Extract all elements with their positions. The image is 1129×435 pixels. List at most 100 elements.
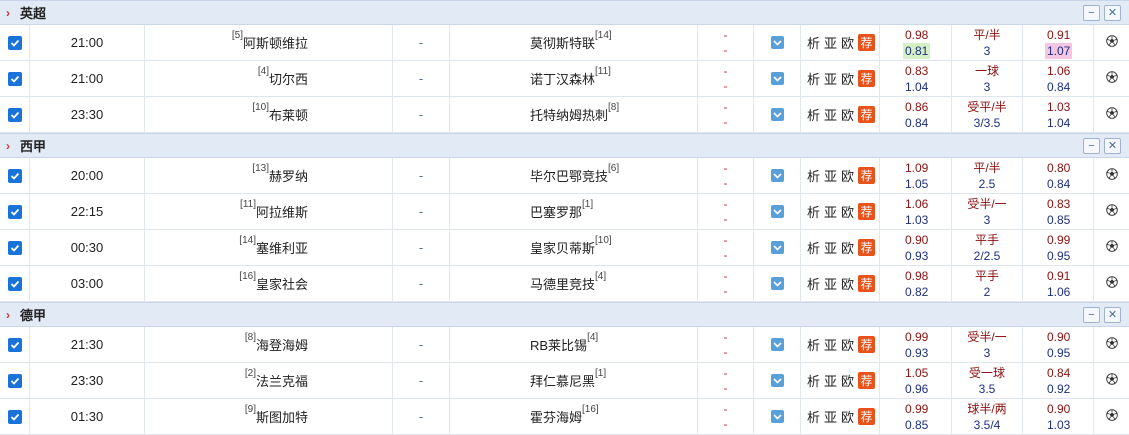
soccer-ball-icon[interactable] — [1105, 240, 1118, 255]
recommend-tag[interactable]: 荐 — [858, 239, 876, 256]
away-team[interactable]: RB莱比锡[4] — [530, 332, 598, 354]
match-checkbox[interactable] — [7, 71, 22, 86]
analysis-link[interactable]: 析 — [807, 238, 820, 257]
match-checkbox[interactable] — [7, 240, 22, 255]
away-team[interactable]: 皇家贝蒂斯[10] — [530, 235, 612, 257]
match-checkbox[interactable] — [7, 276, 22, 291]
asian-odds-link[interactable]: 亚 — [824, 105, 837, 124]
analysis-link[interactable]: 析 — [807, 274, 820, 293]
euro-odds-link[interactable]: 欧 — [841, 238, 854, 257]
score[interactable]: - — [419, 240, 423, 255]
analysis-link[interactable]: 析 — [807, 69, 820, 88]
away-team[interactable]: 托特纳姆热刺[8] — [530, 102, 619, 124]
analysis-link[interactable]: 析 — [807, 407, 820, 426]
score[interactable]: - — [419, 337, 423, 352]
league-header[interactable]: › 西甲 − ✕ — [0, 133, 1129, 158]
expand-dropdown[interactable] — [770, 169, 784, 182]
asian-odds-link[interactable]: 亚 — [824, 238, 837, 257]
score[interactable]: - — [419, 276, 423, 291]
home-team[interactable]: [2]法兰克福 — [245, 368, 308, 390]
match-checkbox[interactable] — [7, 168, 22, 183]
soccer-ball-icon[interactable] — [1105, 204, 1118, 219]
expand-dropdown[interactable] — [770, 36, 784, 49]
match-checkbox[interactable] — [7, 204, 22, 219]
home-team[interactable]: [13]赫罗纳 — [252, 163, 308, 185]
recommend-tag[interactable]: 荐 — [858, 372, 876, 389]
asian-odds-link[interactable]: 亚 — [824, 202, 837, 221]
asian-odds-link[interactable]: 亚 — [824, 371, 837, 390]
close-button[interactable]: ✕ — [1104, 138, 1121, 154]
soccer-ball-icon[interactable] — [1105, 373, 1118, 388]
euro-odds-link[interactable]: 欧 — [841, 33, 854, 52]
away-team[interactable]: 巴塞罗那[1] — [530, 199, 593, 221]
expand-dropdown[interactable] — [770, 374, 784, 387]
analysis-link[interactable]: 析 — [807, 202, 820, 221]
home-team[interactable]: [16]皇家社会 — [239, 271, 308, 293]
asian-odds-link[interactable]: 亚 — [824, 69, 837, 88]
home-team[interactable]: [8]海登海姆 — [245, 332, 308, 354]
recommend-tag[interactable]: 荐 — [858, 167, 876, 184]
home-team[interactable]: [11]阿拉维斯 — [240, 199, 308, 221]
euro-odds-link[interactable]: 欧 — [841, 371, 854, 390]
score[interactable]: - — [419, 204, 423, 219]
match-checkbox[interactable] — [7, 107, 22, 122]
euro-odds-link[interactable]: 欧 — [841, 166, 854, 185]
analysis-link[interactable]: 析 — [807, 33, 820, 52]
soccer-ball-icon[interactable] — [1105, 337, 1118, 352]
home-team[interactable]: [14]塞维利亚 — [239, 235, 308, 257]
asian-odds-link[interactable]: 亚 — [824, 166, 837, 185]
analysis-link[interactable]: 析 — [807, 335, 820, 354]
expand-dropdown[interactable] — [770, 277, 784, 290]
recommend-tag[interactable]: 荐 — [858, 70, 876, 87]
home-team[interactable]: [9]斯图加特 — [245, 404, 308, 426]
soccer-ball-icon[interactable] — [1105, 409, 1118, 424]
recommend-tag[interactable]: 荐 — [858, 106, 876, 123]
match-checkbox[interactable] — [7, 35, 22, 50]
away-team[interactable]: 诺丁汉森林[11] — [530, 66, 611, 88]
home-team[interactable]: [5]阿斯顿维拉 — [232, 30, 308, 52]
recommend-tag[interactable]: 荐 — [858, 34, 876, 51]
euro-odds-link[interactable]: 欧 — [841, 274, 854, 293]
recommend-tag[interactable]: 荐 — [858, 275, 876, 292]
recommend-tag[interactable]: 荐 — [858, 408, 876, 425]
away-team[interactable]: 莫彻斯特联[14] — [530, 30, 612, 52]
soccer-ball-icon[interactable] — [1105, 168, 1118, 183]
analysis-link[interactable]: 析 — [807, 166, 820, 185]
league-header[interactable]: › 英超 − ✕ — [0, 0, 1129, 25]
away-team[interactable]: 拜仁慕尼黑[1] — [530, 368, 606, 390]
expand-dropdown[interactable] — [770, 241, 784, 254]
collapse-button[interactable]: − — [1083, 5, 1100, 21]
collapse-button[interactable]: − — [1083, 307, 1100, 323]
euro-odds-link[interactable]: 欧 — [841, 407, 854, 426]
expand-dropdown[interactable] — [770, 338, 784, 351]
close-button[interactable]: ✕ — [1104, 307, 1121, 323]
soccer-ball-icon[interactable] — [1105, 276, 1118, 291]
close-button[interactable]: ✕ — [1104, 5, 1121, 21]
collapse-button[interactable]: − — [1083, 138, 1100, 154]
euro-odds-link[interactable]: 欧 — [841, 202, 854, 221]
recommend-tag[interactable]: 荐 — [858, 336, 876, 353]
match-checkbox[interactable] — [7, 373, 22, 388]
asian-odds-link[interactable]: 亚 — [824, 407, 837, 426]
asian-odds-link[interactable]: 亚 — [824, 274, 837, 293]
asian-odds-link[interactable]: 亚 — [824, 33, 837, 52]
match-checkbox[interactable] — [7, 409, 22, 424]
score[interactable]: - — [419, 35, 423, 50]
soccer-ball-icon[interactable] — [1105, 35, 1118, 50]
match-checkbox[interactable] — [7, 337, 22, 352]
analysis-link[interactable]: 析 — [807, 105, 820, 124]
analysis-link[interactable]: 析 — [807, 371, 820, 390]
euro-odds-link[interactable]: 欧 — [841, 335, 854, 354]
expand-dropdown[interactable] — [770, 72, 784, 85]
home-team[interactable]: [10]布莱顿 — [252, 102, 308, 124]
asian-odds-link[interactable]: 亚 — [824, 335, 837, 354]
score[interactable]: - — [419, 107, 423, 122]
expand-dropdown[interactable] — [770, 205, 784, 218]
away-team[interactable]: 马德里竞技[4] — [530, 271, 606, 293]
expand-dropdown[interactable] — [770, 410, 784, 423]
score[interactable]: - — [419, 409, 423, 424]
score[interactable]: - — [419, 373, 423, 388]
expand-dropdown[interactable] — [770, 108, 784, 121]
away-team[interactable]: 霍芬海姆[16] — [530, 404, 599, 426]
euro-odds-link[interactable]: 欧 — [841, 105, 854, 124]
